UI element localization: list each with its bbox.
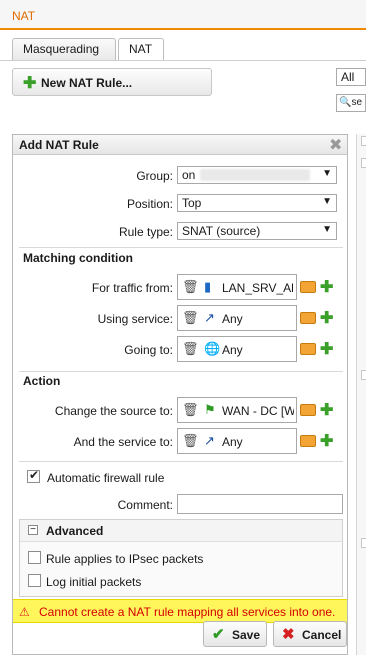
trash-icon[interactable]: 🗑 [182, 279, 199, 295]
trash-icon[interactable]: 🗑 [182, 341, 199, 357]
add-icon[interactable]: ✚ [320, 308, 333, 328]
position-label: Position: [126, 197, 173, 211]
auto-firewall-checkbox[interactable] [27, 468, 40, 483]
tab-nat-label: NAT [129, 42, 153, 56]
rule-list-column [356, 134, 366, 655]
close-x-icon: ✖ [282, 626, 295, 643]
going-to-field[interactable]: 🗑 🌐 Any [177, 336, 297, 362]
add-icon[interactable]: ✚ [320, 277, 333, 297]
log-packets-checkbox[interactable] [28, 574, 41, 587]
comment-input[interactable] [177, 494, 343, 514]
tab-nat[interactable]: NAT [118, 38, 164, 60]
tab-masquerading[interactable]: Masquerading [12, 38, 116, 60]
dropdown-arrow-icon: ▼ [322, 168, 332, 179]
cancel-button[interactable]: ✖ Cancel [273, 621, 347, 647]
folder-icon[interactable] [300, 343, 316, 355]
trash-icon[interactable]: 🗑 [182, 402, 199, 418]
folder-icon[interactable] [300, 281, 316, 293]
using-service-label: Using service: [97, 312, 173, 326]
position-select[interactable]: Top ▼ [177, 194, 337, 212]
service-icon: ↗ [204, 310, 215, 325]
matching-condition-heading: Matching condition [23, 251, 133, 265]
auto-firewall-label: Automatic firewall rule [47, 471, 165, 485]
dropdown-arrow-icon: ▼ [322, 196, 332, 207]
rule-type-value: SNAT (source) [182, 224, 261, 238]
network-object-icon: ▮ [204, 279, 212, 294]
search-input[interactable]: 🔍se [336, 94, 366, 112]
comment-label: Comment: [117, 498, 173, 512]
app-title: NAT [12, 9, 36, 23]
group-select[interactable]: on ▼ [177, 166, 337, 184]
interface-icon: ⚑ [204, 402, 216, 417]
folder-icon[interactable] [300, 435, 316, 447]
tab-divider [0, 60, 366, 61]
traffic-from-field[interactable]: 🗑 ▮ LAN_SRV_Al [177, 274, 297, 300]
save-label: Save [232, 628, 261, 642]
advanced-title: Advanced [46, 524, 104, 538]
trash-icon[interactable]: 🗑 [182, 433, 199, 449]
log-packets-label: Log initial packets [46, 575, 142, 589]
rule-type-select[interactable]: SNAT (source) ▼ [177, 222, 337, 240]
close-icon[interactable]: ✖ [329, 135, 342, 155]
title-bar: NAT [0, 0, 366, 30]
trash-icon[interactable]: 🗑 [182, 310, 199, 326]
rule-type-label: Rule type: [118, 225, 173, 239]
advanced-panel: − Advanced Rule applies to IPsec packets… [19, 519, 343, 597]
add-icon[interactable]: ✚ [320, 400, 333, 420]
divider [19, 247, 343, 248]
save-button[interactable]: ✔ Save [203, 621, 267, 647]
search-placeholder: se [351, 97, 363, 108]
collapse-icon[interactable]: − [28, 525, 38, 535]
redacted-text [200, 169, 310, 181]
change-source-value: WAN - DC [W [222, 404, 294, 418]
advanced-header[interactable]: − Advanced [20, 520, 342, 542]
group-label: Group: [136, 169, 173, 183]
row-checkbox[interactable] [361, 370, 366, 380]
add-icon[interactable]: ✚ [320, 339, 333, 359]
warning-text: Cannot create a NAT rule mapping all ser… [39, 605, 336, 619]
group-value: on [182, 168, 196, 182]
divider [19, 371, 343, 372]
warning-banner: ⚠ Cannot create a NAT rule mapping all s… [13, 599, 347, 623]
using-service-value: Any [222, 312, 243, 326]
add-icon[interactable]: ✚ [320, 431, 333, 451]
change-source-label: Change the source to: [54, 404, 173, 418]
filter-value: All [341, 70, 355, 84]
and-service-label: And the service to: [73, 435, 173, 449]
tab-masquerading-label: Masquerading [23, 42, 100, 56]
new-nat-rule-button[interactable]: ✚ New NAT Rule... [12, 68, 212, 96]
ipsec-checkbox[interactable] [28, 551, 41, 564]
row-checkbox[interactable] [361, 136, 366, 146]
service-icon: ↗ [204, 433, 215, 448]
action-heading: Action [23, 374, 61, 388]
row-checkbox[interactable] [361, 538, 366, 548]
going-to-label: Going to: [124, 343, 173, 357]
row-checkbox[interactable] [361, 158, 366, 168]
divider [19, 461, 343, 462]
change-source-field[interactable]: 🗑 ⚑ WAN - DC [W [177, 397, 297, 423]
and-service-field[interactable]: 🗑 ↗ Any [177, 428, 297, 454]
filter-select[interactable]: All [336, 68, 366, 86]
using-service-field[interactable]: 🗑 ↗ Any [177, 305, 297, 331]
and-service-value: Any [222, 435, 243, 449]
new-nat-rule-label: New NAT Rule... [41, 76, 133, 90]
folder-icon[interactable] [300, 404, 316, 416]
traffic-from-label: For traffic from: [91, 281, 173, 295]
position-value: Top [182, 196, 202, 210]
going-to-value: Any [222, 343, 243, 357]
ipsec-label: Rule applies to IPsec packets [46, 552, 204, 566]
traffic-from-value: LAN_SRV_Al [222, 281, 294, 295]
warning-icon: ⚠ [19, 605, 30, 619]
folder-icon[interactable] [300, 312, 316, 324]
plus-icon: ✚ [23, 75, 37, 92]
globe-icon: 🌐 [204, 341, 221, 356]
checkmark-icon: ✔ [212, 626, 225, 643]
add-nat-rule-dialog: Add NAT Rule ✖ Group: on ▼ Position: Top… [12, 134, 348, 655]
dialog-title: Add NAT Rule [19, 138, 99, 152]
dialog-header: Add NAT Rule ✖ [13, 135, 347, 155]
search-icon: 🔍 [339, 97, 352, 108]
dropdown-arrow-icon: ▼ [322, 224, 332, 235]
cancel-label: Cancel [302, 628, 342, 642]
